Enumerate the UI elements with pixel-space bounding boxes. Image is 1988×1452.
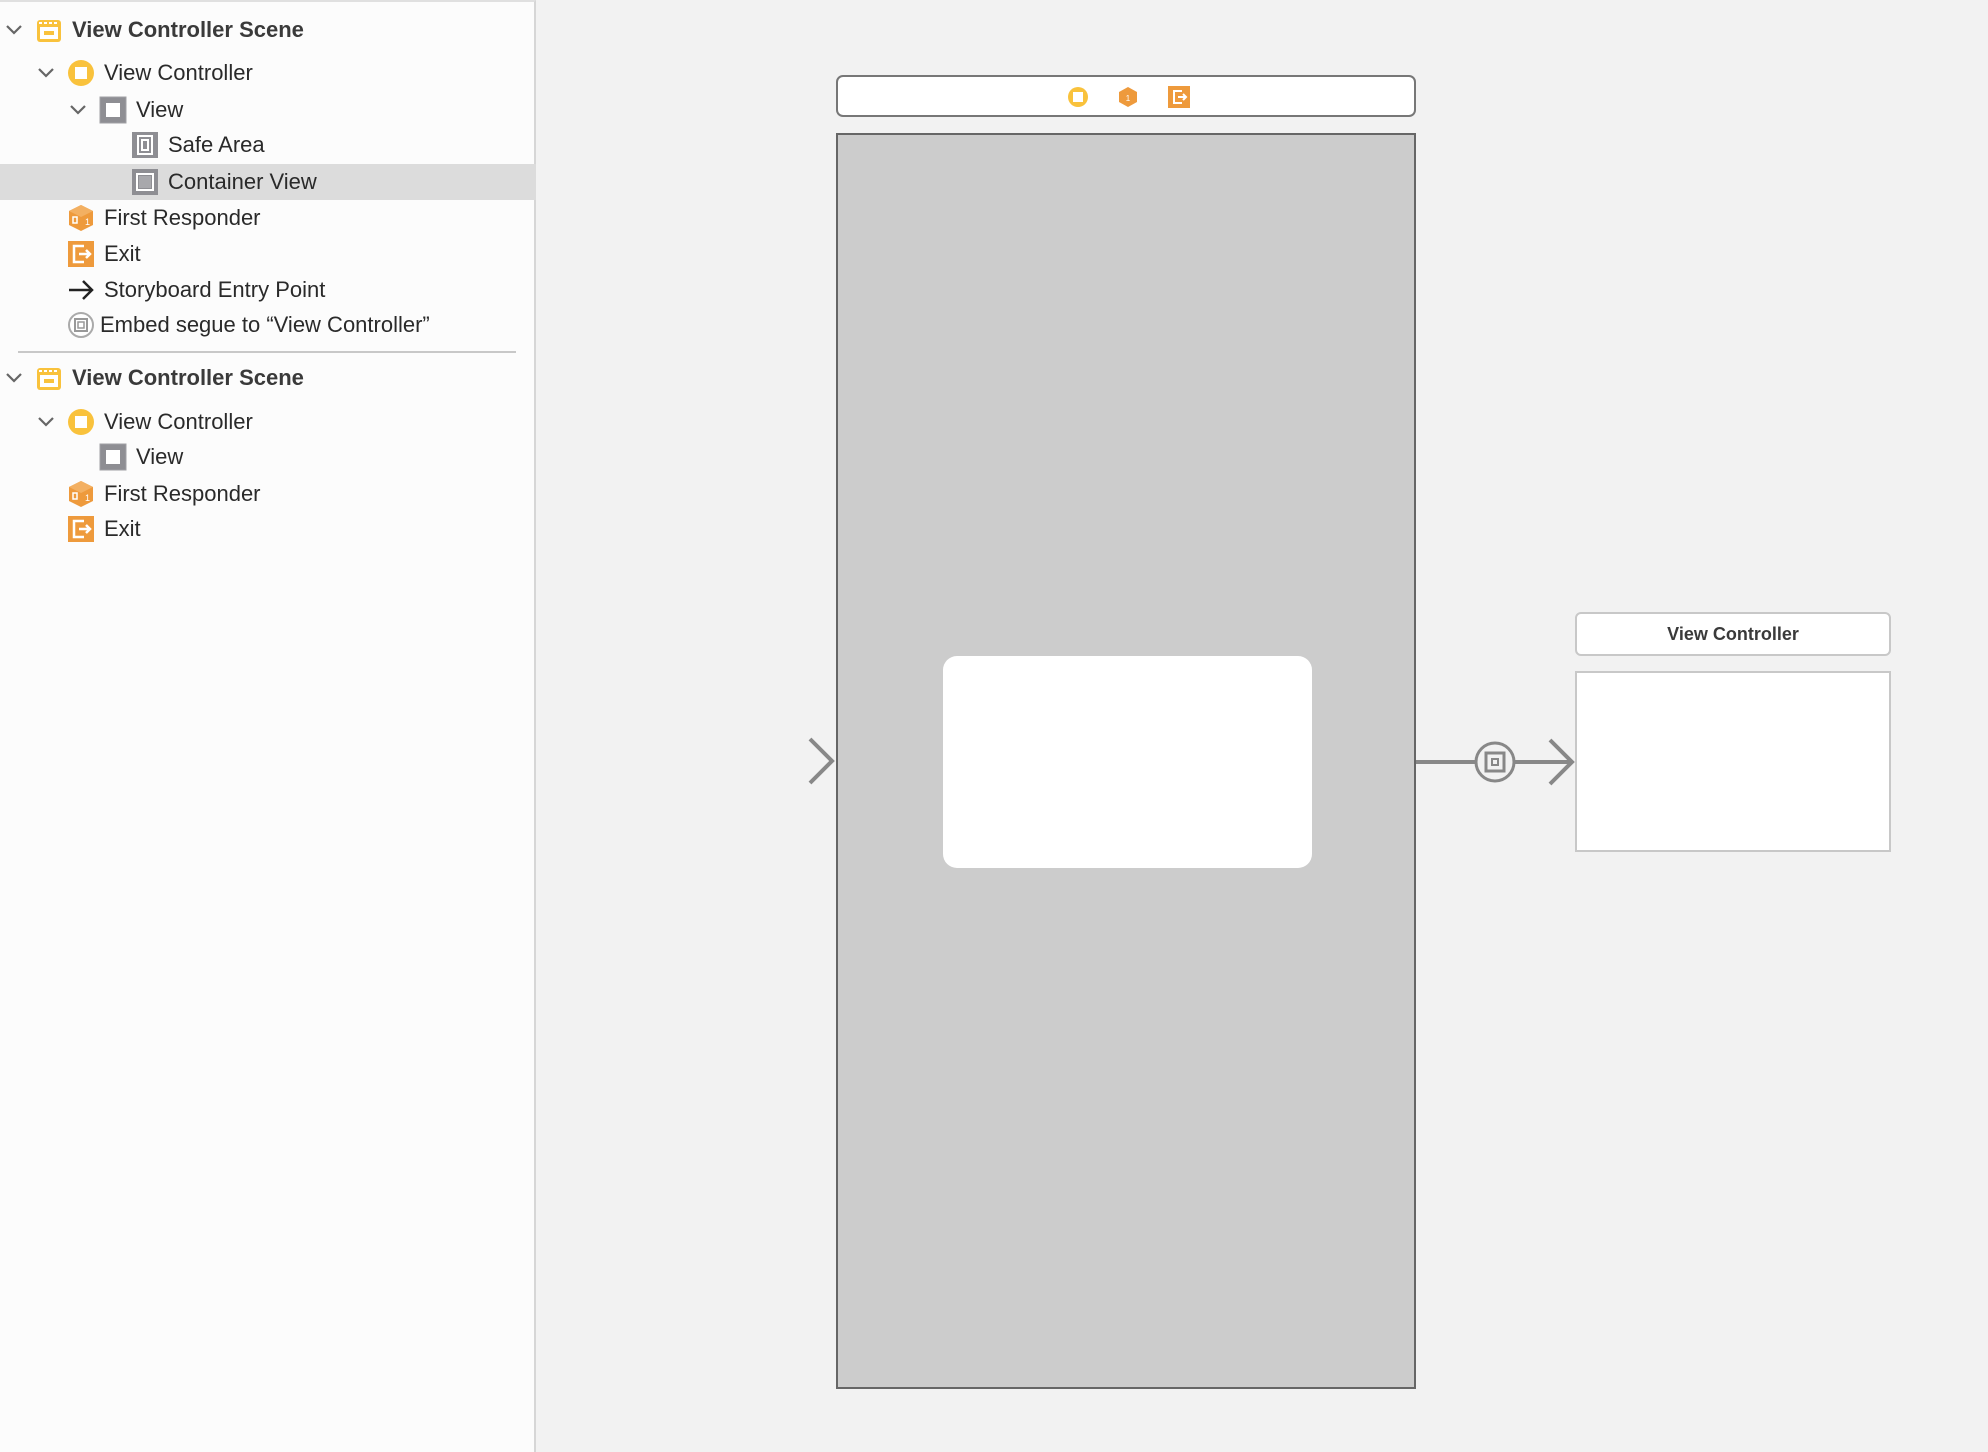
container-view-icon: [131, 168, 159, 196]
outline-item-label: Container View: [168, 169, 317, 194]
storyboard-entry-arrow[interactable]: [686, 735, 836, 787]
svg-text:1: 1: [1126, 94, 1131, 103]
first-responder-icon: 1: [67, 204, 95, 232]
outline-scene[interactable]: View Controller Scene: [0, 12, 536, 48]
embed-segue[interactable]: [1416, 735, 1576, 787]
chevron-down-icon[interactable]: [4, 20, 24, 40]
chevron-down-icon[interactable]: [36, 63, 56, 83]
scene-dock[interactable]: 1: [836, 75, 1416, 117]
outline-item-label: Exit: [104, 516, 141, 541]
storyboard-canvas[interactable]: 1 View Controller: [536, 0, 1988, 1452]
view-icon: [99, 96, 127, 124]
first-responder-icon[interactable]: 1: [1118, 86, 1138, 108]
chevron-down-icon[interactable]: [68, 100, 88, 120]
embedded-scene-title-bar[interactable]: View Controller: [1575, 612, 1891, 656]
outline-item-label: View Controller Scene: [72, 365, 304, 390]
chevron-down-icon[interactable]: [4, 368, 24, 388]
container-view[interactable]: [943, 656, 1312, 868]
first-responder-icon: 1: [67, 480, 95, 508]
outline-item[interactable]: Embed segue to “View Controller”: [0, 307, 536, 343]
outline-item-label: First Responder: [104, 481, 261, 506]
view-controller-icon: [67, 59, 95, 87]
exit-icon: [67, 240, 95, 268]
scene-icon: [35, 364, 63, 392]
document-outline: View Controller Scene View Controller View…: [0, 0, 536, 1452]
view-controller-icon: [67, 408, 95, 436]
outline-item-label: Storyboard Entry Point: [104, 277, 326, 302]
outline-item-label: Exit: [104, 241, 141, 266]
outline-item[interactable]: Storyboard Entry Point: [0, 272, 536, 308]
exit-icon: [67, 515, 95, 543]
outline-item[interactable]: Container View: [0, 164, 536, 200]
outline-item[interactable]: Exit: [0, 511, 536, 547]
outline-item-label: View Controller Scene: [72, 17, 304, 42]
outline-item[interactable]: View Controller: [0, 55, 536, 91]
embed-segue-icon: [67, 311, 95, 339]
scene-icon: [35, 16, 63, 44]
outline-item-label: View: [136, 444, 184, 469]
embedded-scene-title: View Controller: [1667, 624, 1799, 644]
outline-item[interactable]: Safe Area: [0, 127, 536, 163]
outline-item[interactable]: View: [0, 92, 536, 128]
outline-divider: [18, 351, 516, 353]
outline-item-label: Safe Area: [168, 132, 265, 157]
exit-icon[interactable]: [1168, 86, 1190, 108]
svg-text:1: 1: [85, 493, 90, 503]
outline-item-label: Embed segue to “View Controller”: [100, 312, 430, 337]
outline-item[interactable]: 1 First Responder: [0, 476, 536, 512]
view-icon: [99, 443, 127, 471]
outline-item[interactable]: Exit: [0, 236, 536, 272]
outline-item[interactable]: View: [0, 439, 536, 475]
outline-item-label: View Controller: [104, 409, 253, 434]
outline-item-label: View Controller: [104, 60, 253, 85]
outline-item-label: First Responder: [104, 205, 261, 230]
main-view[interactable]: [836, 133, 1416, 1389]
safe-area-icon: [131, 131, 159, 159]
svg-text:1: 1: [85, 217, 90, 227]
outline-item[interactable]: View Controller: [0, 404, 536, 440]
chevron-down-icon[interactable]: [36, 412, 56, 432]
outline-item[interactable]: 1 First Responder: [0, 200, 536, 236]
embedded-view[interactable]: [1575, 671, 1891, 852]
outline-scene[interactable]: View Controller Scene: [0, 360, 536, 396]
outline-item-label: View: [136, 97, 184, 122]
arrow-right-icon: [67, 276, 95, 304]
view-controller-icon[interactable]: [1067, 86, 1089, 108]
